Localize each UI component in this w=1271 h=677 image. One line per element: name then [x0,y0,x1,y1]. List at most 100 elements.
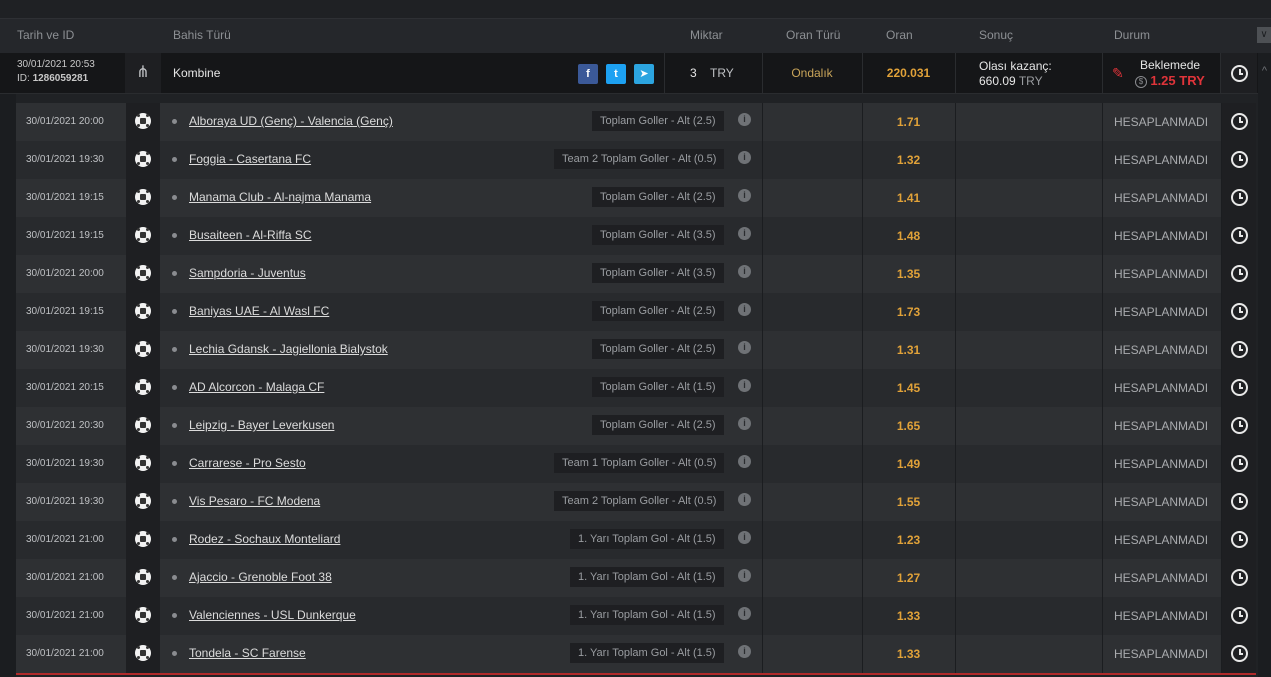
market-badge: Team 2 Toplam Goller - Alt (0.5) [554,491,725,511]
selection-odds: 1.45 [896,381,921,395]
clock-icon[interactable] [1231,379,1248,396]
info-icon[interactable]: i [738,341,751,354]
selection-row: 30/01/2021 21:00 Tondela - SC Farense 1. Y… [16,635,1256,673]
clock-icon[interactable] [1231,455,1248,472]
match-link[interactable]: Manama Club - Al-najma Manama [189,179,371,217]
market-badge: Toplam Goller - Alt (2.5) [592,187,724,207]
info-icon[interactable]: i [738,569,751,582]
football-icon [135,569,151,585]
selection-date: 30/01/2021 21:00 [26,534,104,545]
sport-icon-cell [126,483,160,521]
selection-row: 30/01/2021 20:15 AD Alcorcon - Malaga CF T… [16,369,1256,407]
match-link[interactable]: Alboraya UD (Genç) - Valencia (Genç) [189,103,393,141]
col-status: Durum [1114,28,1151,42]
facebook-share-icon[interactable]: f [578,64,598,84]
match-link[interactable]: Leipzig - Bayer Leverkusen [189,407,334,445]
pencil-icon[interactable]: ✎ [1112,65,1124,81]
sport-icon-cell [126,331,160,369]
market-badge: Toplam Goller - Alt (2.5) [592,111,724,131]
match-link[interactable]: Sampdoria - Juventus [189,255,306,293]
info-icon[interactable]: i [738,455,751,468]
total-odds: 220.031 [886,66,931,80]
clock-icon[interactable] [1231,569,1248,586]
selection-date: 30/01/2021 19:30 [26,154,104,165]
info-icon[interactable]: i [738,113,751,126]
selection-date: 30/01/2021 19:15 [26,230,104,241]
clock-cell [1222,483,1256,521]
selection-odds: 1.27 [896,571,921,585]
bottom-border [16,673,1256,675]
twitter-share-icon[interactable]: t [606,64,626,84]
selection-odds: 1.73 [896,305,921,319]
match-link[interactable]: Foggia - Casertana FC [189,141,311,179]
info-icon[interactable]: i [738,303,751,316]
bet-id: 1286059281 [32,73,89,84]
possible-win-value: 660.09 [979,74,1016,88]
clock-icon[interactable] [1231,341,1248,358]
clock-cell [1222,255,1256,293]
bet-summary-row[interactable]: 30/01/2021 20:53 ID: 1286059281 ⋔ Kombin… [0,53,1258,94]
clock-icon[interactable] [1231,531,1248,548]
selection-status: HESAPLANMADI [1114,305,1209,319]
col-bet-type: Bahis Türü [173,28,231,42]
selection-row: 30/01/2021 19:15 Manama Club - Al-najma M… [16,179,1256,217]
telegram-share-icon[interactable]: ➤ [634,64,654,84]
match-link[interactable]: Rodez - Sochaux Monteliard [189,521,340,559]
selection-row: 30/01/2021 20:30 Leipzig - Bayer Leverkus… [16,407,1256,445]
match-link[interactable]: Ajaccio - Grenoble Foot 38 [189,559,332,597]
selection-status: HESAPLANMADI [1114,229,1209,243]
selection-odds: 1.41 [896,191,921,205]
bet-id-label: ID: [17,73,30,84]
info-icon[interactable]: i [738,379,751,392]
selection-odds: 1.23 [896,533,921,547]
clock-icon[interactable] [1231,151,1248,168]
info-icon[interactable]: i [738,189,751,202]
info-icon[interactable]: i [738,645,751,658]
match-link[interactable]: Valenciennes - USL Dunkerque [189,597,356,635]
clock-icon[interactable] [1231,265,1248,282]
match-link[interactable]: Vis Pesaro - FC Modena [189,483,320,521]
info-icon[interactable]: i [738,265,751,278]
match-link[interactable]: Busaiteen - Al-Riffa SC [189,217,312,255]
bullet-icon [172,119,177,124]
football-icon [135,607,151,623]
info-icon[interactable]: i [738,151,751,164]
double-chevron-down-icon[interactable]: ∨ [1257,27,1271,43]
info-icon[interactable]: i [738,417,751,430]
football-icon [135,417,151,433]
clock-icon[interactable] [1231,645,1248,662]
clock-icon[interactable] [1231,417,1248,434]
market-badge: Team 2 Toplam Goller - Alt (0.5) [554,149,725,169]
clock-icon[interactable] [1231,189,1248,206]
selection-row: 30/01/2021 19:15 Baniyas UAE - Al Wasl FC… [16,293,1256,331]
bullet-icon [172,537,177,542]
info-icon[interactable]: i [738,531,751,544]
info-icon[interactable]: i [738,493,751,506]
match-link[interactable]: Lechia Gdansk - Jagiellonia Bialystok [189,331,388,369]
clock-icon[interactable] [1231,303,1248,320]
table-header: Tarih ve ID Bahis Türü Miktar Oran Türü … [0,19,1271,53]
clock-icon[interactable] [1231,493,1248,510]
selection-status: HESAPLANMADI [1114,647,1209,661]
chevron-up-icon[interactable]: ^ [1258,65,1271,95]
info-icon[interactable]: i [738,607,751,620]
clock-icon[interactable] [1231,227,1248,244]
selection-row: 30/01/2021 20:00 Sampdoria - Juventus Topl… [16,255,1256,293]
clock-cell [1222,369,1256,407]
match-link[interactable]: Carrarese - Pro Sesto [189,445,306,483]
cashout-button[interactable]: $ 1.25 TRY [1135,73,1205,88]
possible-win-label: Olası kazanç: [979,59,1052,73]
sport-icon-cell [126,293,160,331]
football-icon [135,113,151,129]
clock-icon[interactable] [1231,113,1248,130]
info-icon[interactable]: i [738,227,751,240]
match-link[interactable]: Tondela - SC Farense [189,635,306,673]
clock-icon[interactable] [1231,607,1248,624]
selection-status: HESAPLANMADI [1114,191,1209,205]
clock-icon[interactable] [1231,65,1248,82]
match-link[interactable]: AD Alcorcon - Malaga CF [189,369,324,407]
market-badge: Toplam Goller - Alt (2.5) [592,301,724,321]
market-badge: Toplam Goller - Alt (1.5) [592,377,724,397]
match-link[interactable]: Baniyas UAE - Al Wasl FC [189,293,329,331]
selection-date: 30/01/2021 21:00 [26,648,104,659]
